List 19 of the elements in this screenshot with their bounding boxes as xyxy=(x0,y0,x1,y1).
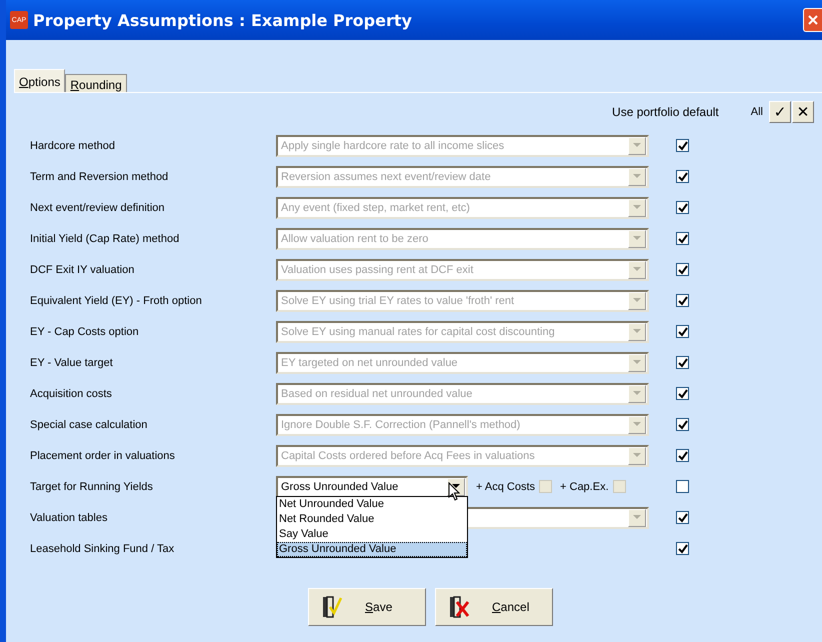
field-label: Equivalent Yield (EY) - Froth option xyxy=(29,294,203,306)
field-label: Placement order in valuations xyxy=(29,450,176,462)
field-label: Valuation tables xyxy=(29,512,108,524)
field-label: Term and Reversion method xyxy=(29,170,170,182)
field-label: EY - Cap Costs option xyxy=(29,326,140,338)
field-label: Leasehold Sinking Fund / Tax xyxy=(29,542,176,554)
field-label: Initial Yield (Cap Rate) method xyxy=(29,232,180,244)
field-label: Hardcore method xyxy=(29,140,116,152)
field-label: Next event/review definition xyxy=(29,202,166,214)
checkbox-label: + Acq Costs xyxy=(476,480,536,492)
window-title: Property Assumptions : Example Property xyxy=(33,10,413,30)
field-label: Acquisition costs xyxy=(29,388,113,400)
all-label: All xyxy=(750,106,763,118)
field-label: EY - Value target xyxy=(29,356,114,368)
column-heading: Use portfolio default xyxy=(612,105,719,119)
field-label: Special case calculation xyxy=(29,418,148,430)
field-label: Target for Running Yields xyxy=(29,480,154,492)
checkbox-label: + Cap.Ex. xyxy=(560,480,609,492)
field-label: DCF Exit IY valuation xyxy=(29,264,136,276)
